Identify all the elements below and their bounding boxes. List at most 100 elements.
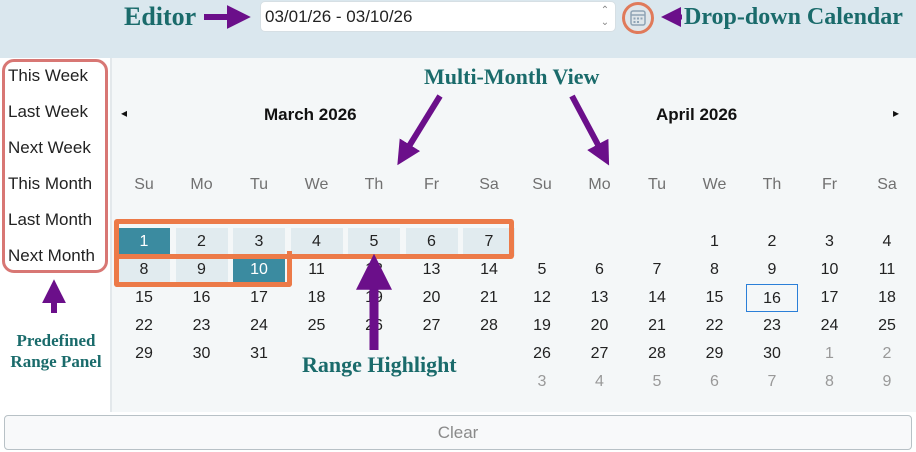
day-cell[interactable]: 5 xyxy=(516,256,568,284)
spin-up-icon[interactable]: ⌃ xyxy=(599,5,611,17)
day-cell[interactable]: 15 xyxy=(118,284,170,312)
weekday-header: Sa xyxy=(479,176,499,193)
day-cell[interactable]: 10 xyxy=(804,256,856,284)
day-cell[interactable]: 12 xyxy=(348,256,400,284)
day-cell[interactable]: 30 xyxy=(746,340,798,368)
day-cell[interactable]: 17 xyxy=(233,284,285,312)
day-cell[interactable]: 28 xyxy=(463,312,515,340)
day-cell[interactable]: 17 xyxy=(804,284,856,312)
day-cell[interactable]: 16 xyxy=(746,284,798,312)
day-cell[interactable]: 21 xyxy=(463,284,515,312)
day-cell[interactable]: 31 xyxy=(233,340,285,368)
day-cell[interactable]: 19 xyxy=(516,312,568,340)
day-cell[interactable]: 29 xyxy=(689,340,741,368)
predefined-range-item[interactable]: Next Week xyxy=(8,138,91,158)
weekday-header: Th xyxy=(762,176,782,193)
predefined-range-item[interactable]: This Month xyxy=(8,174,92,194)
day-cell[interactable]: 6 xyxy=(574,256,626,284)
day-cell[interactable]: 7 xyxy=(463,228,515,256)
day-cell[interactable]: 7 xyxy=(746,368,798,396)
day-cell[interactable]: 11 xyxy=(861,256,913,284)
day-cell[interactable]: 23 xyxy=(746,312,798,340)
day-cell[interactable]: 26 xyxy=(516,340,568,368)
day-cell[interactable]: 22 xyxy=(689,312,741,340)
day-cell[interactable]: 15 xyxy=(689,284,741,312)
chevron-right-icon[interactable]: ▸ xyxy=(893,106,899,120)
day-cell[interactable]: 10 xyxy=(233,256,285,284)
annotation-multi-month-label: Multi-Month View xyxy=(424,64,600,89)
day-cell[interactable]: 23 xyxy=(176,312,228,340)
predefined-range-panel xyxy=(2,59,108,273)
day-cell[interactable]: 3 xyxy=(804,228,856,256)
day-cell[interactable]: 14 xyxy=(631,284,683,312)
day-cell[interactable]: 1 xyxy=(118,228,170,256)
weekday-header: Fr xyxy=(821,176,838,193)
date-range-editor[interactable]: ⌃ ⌄ xyxy=(260,1,616,32)
spin-down-icon[interactable]: ⌄ xyxy=(599,17,611,29)
day-cell[interactable]: 4 xyxy=(574,368,626,396)
day-cell[interactable]: 12 xyxy=(516,284,568,312)
day-cell[interactable]: 28 xyxy=(631,340,683,368)
day-cell[interactable]: 22 xyxy=(118,312,170,340)
predefined-range-item[interactable]: Last Month xyxy=(8,210,92,230)
day-cell[interactable]: 29 xyxy=(118,340,170,368)
day-cell[interactable]: 9 xyxy=(861,368,913,396)
day-cell[interactable]: 2 xyxy=(175,228,228,256)
annotation-range-highlight-label: Range Highlight xyxy=(302,352,457,377)
day-cell[interactable]: 4 xyxy=(861,228,913,256)
day-cell[interactable]: 6 xyxy=(689,368,741,396)
day-cell[interactable]: 27 xyxy=(406,312,458,340)
day-cell[interactable]: 20 xyxy=(406,284,458,312)
day-cell[interactable]: 20 xyxy=(574,312,626,340)
predefined-range-item[interactable]: Last Week xyxy=(8,102,88,122)
annotation-dropdown-label: Drop-down Calendar xyxy=(684,4,903,30)
weekday-header: Th xyxy=(364,176,384,193)
day-cell[interactable]: 8 xyxy=(804,368,856,396)
day-cell[interactable]: 4 xyxy=(290,228,343,256)
day-cell[interactable]: 6 xyxy=(405,228,458,256)
weekday-header: Sa xyxy=(877,176,897,193)
day-cell[interactable]: 27 xyxy=(574,340,626,368)
day-cell[interactable]: 5 xyxy=(348,228,400,256)
day-cell[interactable]: 11 xyxy=(291,256,343,284)
weekday-header: Mo xyxy=(190,176,213,193)
day-cell[interactable]: 8 xyxy=(118,256,170,284)
weekday-header: Fr xyxy=(423,176,440,193)
day-cell[interactable]: 1 xyxy=(689,228,741,256)
day-cell[interactable]: 14 xyxy=(463,256,515,284)
weekday-header: We xyxy=(304,176,329,193)
chevron-left-icon[interactable]: ◂ xyxy=(121,106,127,120)
day-cell[interactable]: 18 xyxy=(861,284,913,312)
day-cell[interactable]: 7 xyxy=(631,256,683,284)
day-cell[interactable]: 2 xyxy=(861,340,913,368)
annotation-editor-label: Editor xyxy=(124,2,197,31)
day-cell[interactable]: 8 xyxy=(689,256,741,284)
day-cell[interactable]: 24 xyxy=(233,312,285,340)
date-range-input[interactable] xyxy=(265,5,591,29)
day-cell[interactable]: 2 xyxy=(746,228,798,256)
day-cell[interactable]: 26 xyxy=(348,312,400,340)
day-cell[interactable]: 19 xyxy=(348,284,400,312)
predefined-range-item[interactable]: Next Month xyxy=(8,246,95,266)
day-cell[interactable]: 25 xyxy=(291,312,343,340)
predefined-range-item[interactable]: This Week xyxy=(8,66,88,86)
clear-button[interactable]: Clear xyxy=(4,415,912,450)
day-cell[interactable]: 24 xyxy=(804,312,856,340)
day-cell[interactable]: 3 xyxy=(233,228,285,256)
day-cell[interactable]: 13 xyxy=(406,256,458,284)
month-title-march: March 2026 xyxy=(264,105,357,124)
calendar-icon xyxy=(630,10,646,26)
day-cell[interactable]: 9 xyxy=(175,256,228,284)
day-cell[interactable]: 5 xyxy=(631,368,683,396)
day-cell[interactable]: 16 xyxy=(176,284,228,312)
day-cell[interactable]: 3 xyxy=(516,368,568,396)
dropdown-calendar-button[interactable] xyxy=(622,2,654,34)
day-cell[interactable]: 9 xyxy=(746,256,798,284)
day-cell[interactable]: 30 xyxy=(176,340,228,368)
day-cell[interactable]: 25 xyxy=(861,312,913,340)
annotation-predefined-panel-label: Predefined Range Panel xyxy=(10,331,102,371)
day-cell[interactable]: 21 xyxy=(631,312,683,340)
day-cell[interactable]: 1 xyxy=(804,340,856,368)
day-cell[interactable]: 13 xyxy=(574,284,626,312)
day-cell[interactable]: 18 xyxy=(291,284,343,312)
